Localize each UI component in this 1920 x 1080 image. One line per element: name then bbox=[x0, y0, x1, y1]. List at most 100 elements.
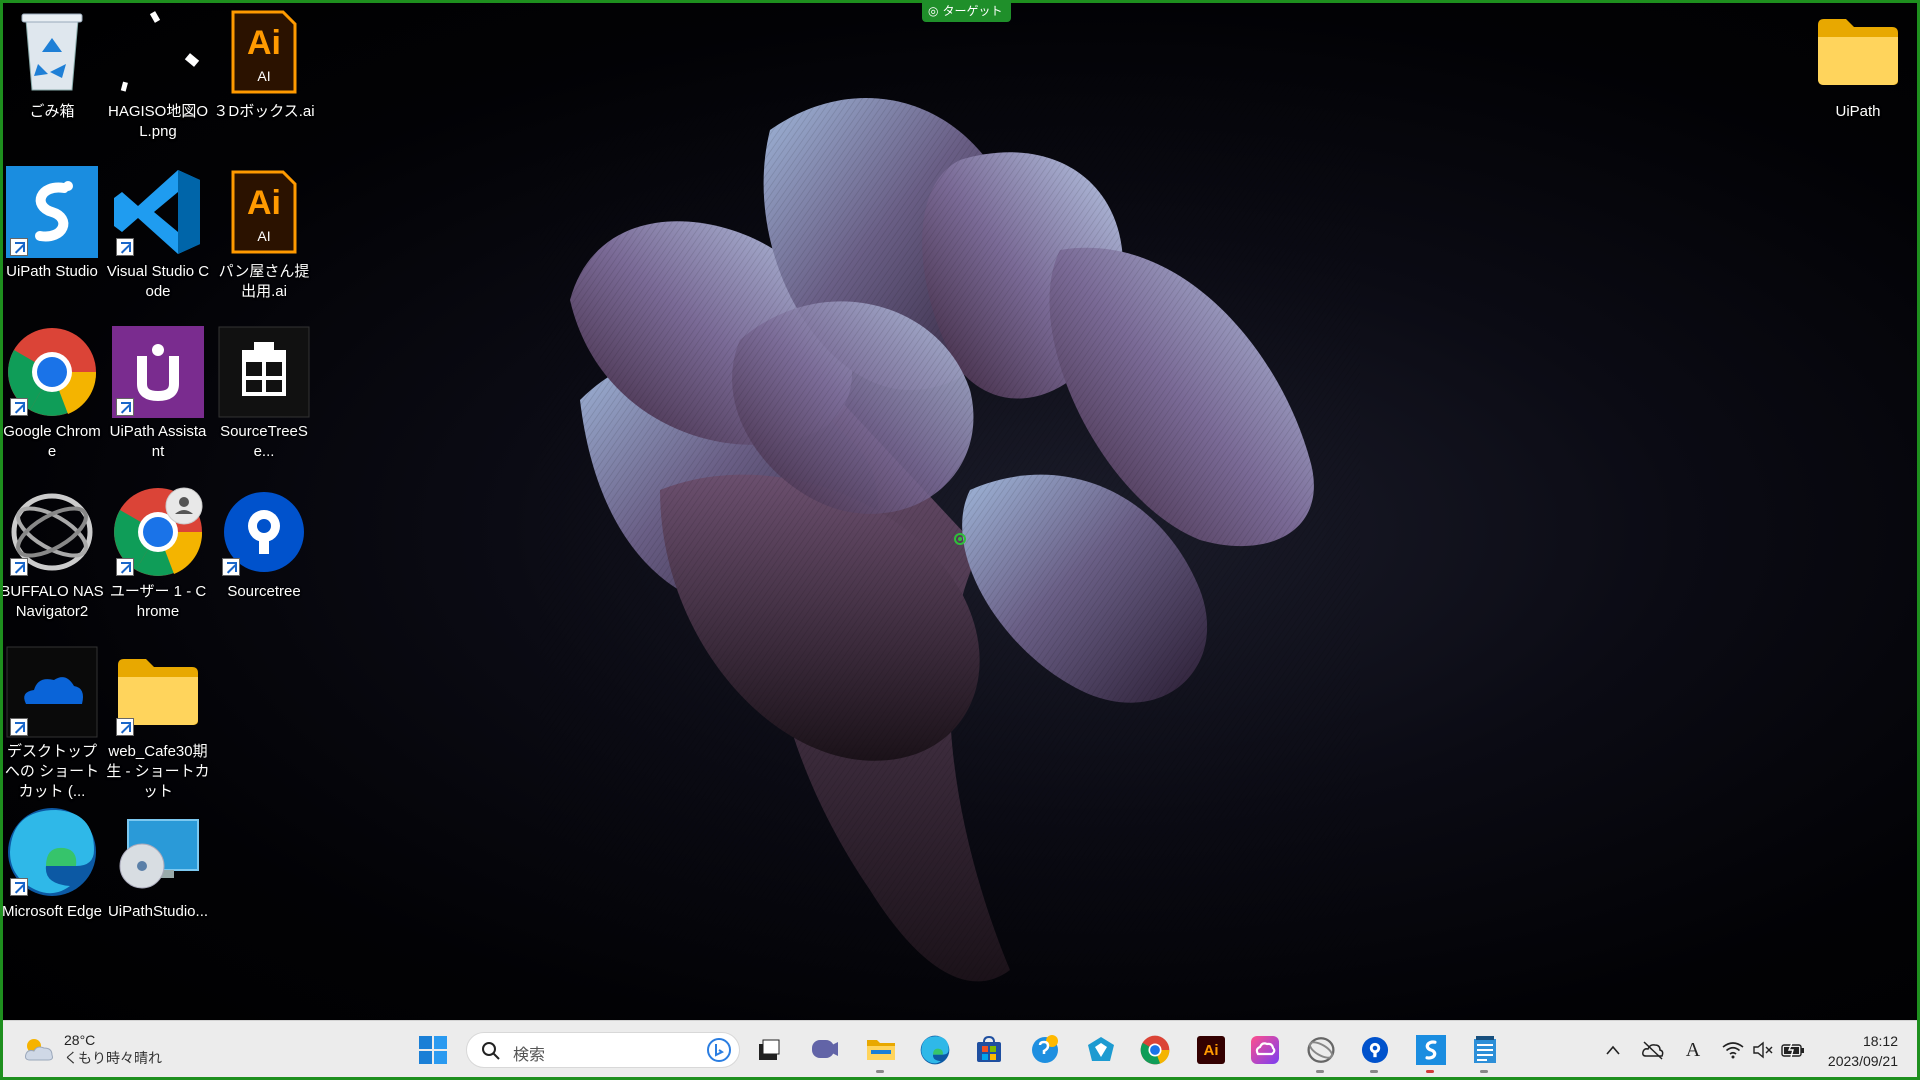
file-explorer-icon bbox=[867, 1040, 895, 1060]
taskbar-file-explorer[interactable] bbox=[864, 1033, 898, 1073]
desktop-icon-hagiso-png[interactable]: HAGISO地図OL.png bbox=[106, 6, 210, 142]
desktop-icon-label: UiPathStudio... bbox=[107, 903, 209, 920]
recycle-bin-icon bbox=[21, 13, 83, 91]
search-icon bbox=[482, 1042, 500, 1060]
taskbar-sourcetree[interactable] bbox=[1358, 1033, 1392, 1073]
notepad-icon bbox=[1474, 1036, 1496, 1063]
folder-icon bbox=[1818, 19, 1898, 85]
desktop-icon-vscode[interactable]: Visual Studio Code bbox=[106, 166, 210, 302]
ai-sub-text: AI bbox=[257, 228, 271, 244]
wifi-status[interactable] bbox=[1720, 1037, 1746, 1063]
ai-text: Ai bbox=[247, 24, 281, 62]
desktop-icon-label: Sourcetree bbox=[227, 583, 301, 600]
desktop-icon-label: ユーザー 1 - Chrome bbox=[109, 583, 207, 620]
target-marker bbox=[954, 533, 966, 545]
uipath-studio-icon bbox=[1416, 1035, 1446, 1065]
desktop-icon-webcafe-shortcut[interactable]: web_Cafe30期生 - ショートカット bbox=[106, 646, 210, 802]
store-icon bbox=[977, 1036, 1001, 1062]
folder-icon bbox=[118, 659, 198, 725]
ai-sub-text: AI bbox=[257, 68, 271, 84]
chevron-up-icon bbox=[1606, 1045, 1620, 1055]
clock-time: 18:12 bbox=[1862, 1033, 1898, 1049]
teams-chat-icon bbox=[812, 1040, 838, 1058]
search-placeholder: 検索 bbox=[513, 1047, 546, 1064]
desktop-icon-google-chrome[interactable]: Google Chrome bbox=[0, 326, 104, 462]
taskbar-task-view[interactable] bbox=[752, 1033, 786, 1067]
desktop-icon-uipathstudio-setup[interactable]: UiPathStudio... bbox=[106, 806, 210, 922]
desktop-icon-uipath-assistant[interactable]: UiPath Assistant bbox=[106, 326, 210, 462]
desktop-icon-sourcetree[interactable]: Sourcetree bbox=[212, 486, 316, 602]
desktop-icon-label: UiPath Studio bbox=[6, 263, 98, 280]
running-indicator bbox=[1480, 1070, 1488, 1073]
partly-cloudy-icon bbox=[25, 1039, 53, 1061]
taskbar-hammer-app[interactable] bbox=[1084, 1033, 1118, 1067]
hammer-app-icon bbox=[1088, 1037, 1114, 1061]
desktop-icon-label: HAGISO地図OL.png bbox=[107, 103, 208, 140]
running-indicator bbox=[1316, 1070, 1324, 1073]
taskbar: 28°C くもり時々晴れ 検索 Ai A 18:12 2023/09/21 bbox=[0, 1020, 1920, 1080]
sourcetree-icon bbox=[1361, 1036, 1389, 1064]
running-indicator bbox=[1426, 1070, 1434, 1073]
target-icon: ◎ bbox=[928, 4, 939, 18]
taskbar-weather-app[interactable] bbox=[1028, 1033, 1062, 1067]
desktop-icon-panya-ai[interactable]: Ai AI パン屋さん提出用.ai bbox=[212, 166, 316, 302]
taskbar-store[interactable] bbox=[972, 1033, 1006, 1067]
desktop-icon-microsoft-edge[interactable]: Microsoft Edge bbox=[0, 806, 104, 922]
desktop-icon-uipath-studio[interactable]: UiPath Studio bbox=[0, 166, 104, 282]
chrome-icon bbox=[1140, 1035, 1170, 1065]
desktop-icon-recycle-bin[interactable]: ごみ箱 bbox=[0, 6, 104, 122]
weather-widget[interactable]: 28°C くもり時々晴れ bbox=[22, 1031, 162, 1067]
onedrive-status[interactable] bbox=[1640, 1037, 1666, 1063]
shortcut-arrow-icon bbox=[116, 238, 134, 256]
desktop-icon-sourcetree-setup[interactable]: SourceTreeSe... bbox=[212, 326, 316, 462]
installer-icon bbox=[218, 326, 310, 418]
ai-text: Ai bbox=[247, 184, 281, 222]
setup-disc-icon bbox=[119, 819, 199, 889]
ime-indicator[interactable]: A bbox=[1680, 1037, 1706, 1063]
shortcut-arrow-icon bbox=[10, 238, 28, 256]
shortcut-arrow-icon bbox=[116, 558, 134, 576]
shortcut-arrow-icon bbox=[116, 718, 134, 736]
desktop-icon-label: パン屋さん提出用.ai bbox=[218, 263, 310, 300]
taskbar-buffalo[interactable] bbox=[1304, 1033, 1338, 1073]
taskbar-notepad[interactable] bbox=[1468, 1033, 1502, 1073]
desktop-icon-label: web_Cafe30期生 - ショートカット bbox=[106, 743, 210, 800]
desktop-icon-label: UiPath Assistant bbox=[109, 423, 207, 460]
taskbar-illustrator[interactable]: Ai bbox=[1194, 1033, 1228, 1067]
taskbar-teams[interactable] bbox=[808, 1033, 842, 1067]
show-hidden-icons-button[interactable] bbox=[1600, 1037, 1626, 1063]
taskbar-uipath-studio[interactable] bbox=[1414, 1033, 1448, 1073]
wifi-icon bbox=[1722, 1042, 1744, 1059]
desktop-icon-onedrive-shortcut[interactable]: デスクトップ への ショートカット (... bbox=[0, 646, 104, 802]
desktop-icon-uipath-folder[interactable]: UiPath bbox=[1806, 6, 1910, 122]
illustrator-icon: Ai bbox=[1197, 1036, 1225, 1064]
volume-status[interactable] bbox=[1750, 1037, 1776, 1063]
clock[interactable]: 18:12 2023/09/21 bbox=[1828, 1031, 1898, 1071]
battery-charging-icon bbox=[1781, 1042, 1804, 1058]
weather-description: くもり時々晴れ bbox=[64, 1050, 162, 1066]
desktop-icon-box3d-ai[interactable]: Ai AI ３Dボックス.ai bbox=[212, 6, 316, 122]
creative-cloud-icon bbox=[1251, 1036, 1279, 1064]
taskbar-chrome[interactable] bbox=[1138, 1033, 1172, 1067]
image-file-icon bbox=[120, 11, 200, 92]
desktop-icon-label: Microsoft Edge bbox=[1, 903, 103, 920]
taskbar-search-box[interactable]: 検索 bbox=[466, 1032, 740, 1068]
desktop-icon-user1-chrome[interactable]: ユーザー 1 - Chrome bbox=[106, 486, 210, 622]
desktop-icon-label: ごみ箱 bbox=[29, 103, 75, 120]
weather-app-icon bbox=[1032, 1035, 1058, 1063]
taskbar-edge[interactable] bbox=[918, 1033, 952, 1067]
wallpaper-bloom bbox=[540, 70, 1360, 1020]
shortcut-arrow-icon bbox=[10, 398, 28, 416]
shortcut-arrow-icon bbox=[10, 718, 28, 736]
bing-icon[interactable] bbox=[707, 1038, 731, 1062]
desktop-icon-buffalo-nas[interactable]: BUFFALO NAS Navigator2 bbox=[0, 486, 104, 622]
clock-date: 2023/09/21 bbox=[1827, 1053, 1898, 1069]
start-button[interactable] bbox=[418, 1035, 448, 1065]
taskbar-creative-cloud[interactable] bbox=[1248, 1033, 1282, 1067]
shortcut-arrow-icon bbox=[10, 878, 28, 896]
target-badge-label: ターゲット bbox=[942, 4, 1003, 18]
edge-icon bbox=[920, 1035, 950, 1065]
volume-muted-icon bbox=[1753, 1041, 1773, 1059]
battery-status[interactable] bbox=[1780, 1037, 1806, 1063]
desktop-icon-label: Visual Studio Code bbox=[106, 263, 210, 300]
